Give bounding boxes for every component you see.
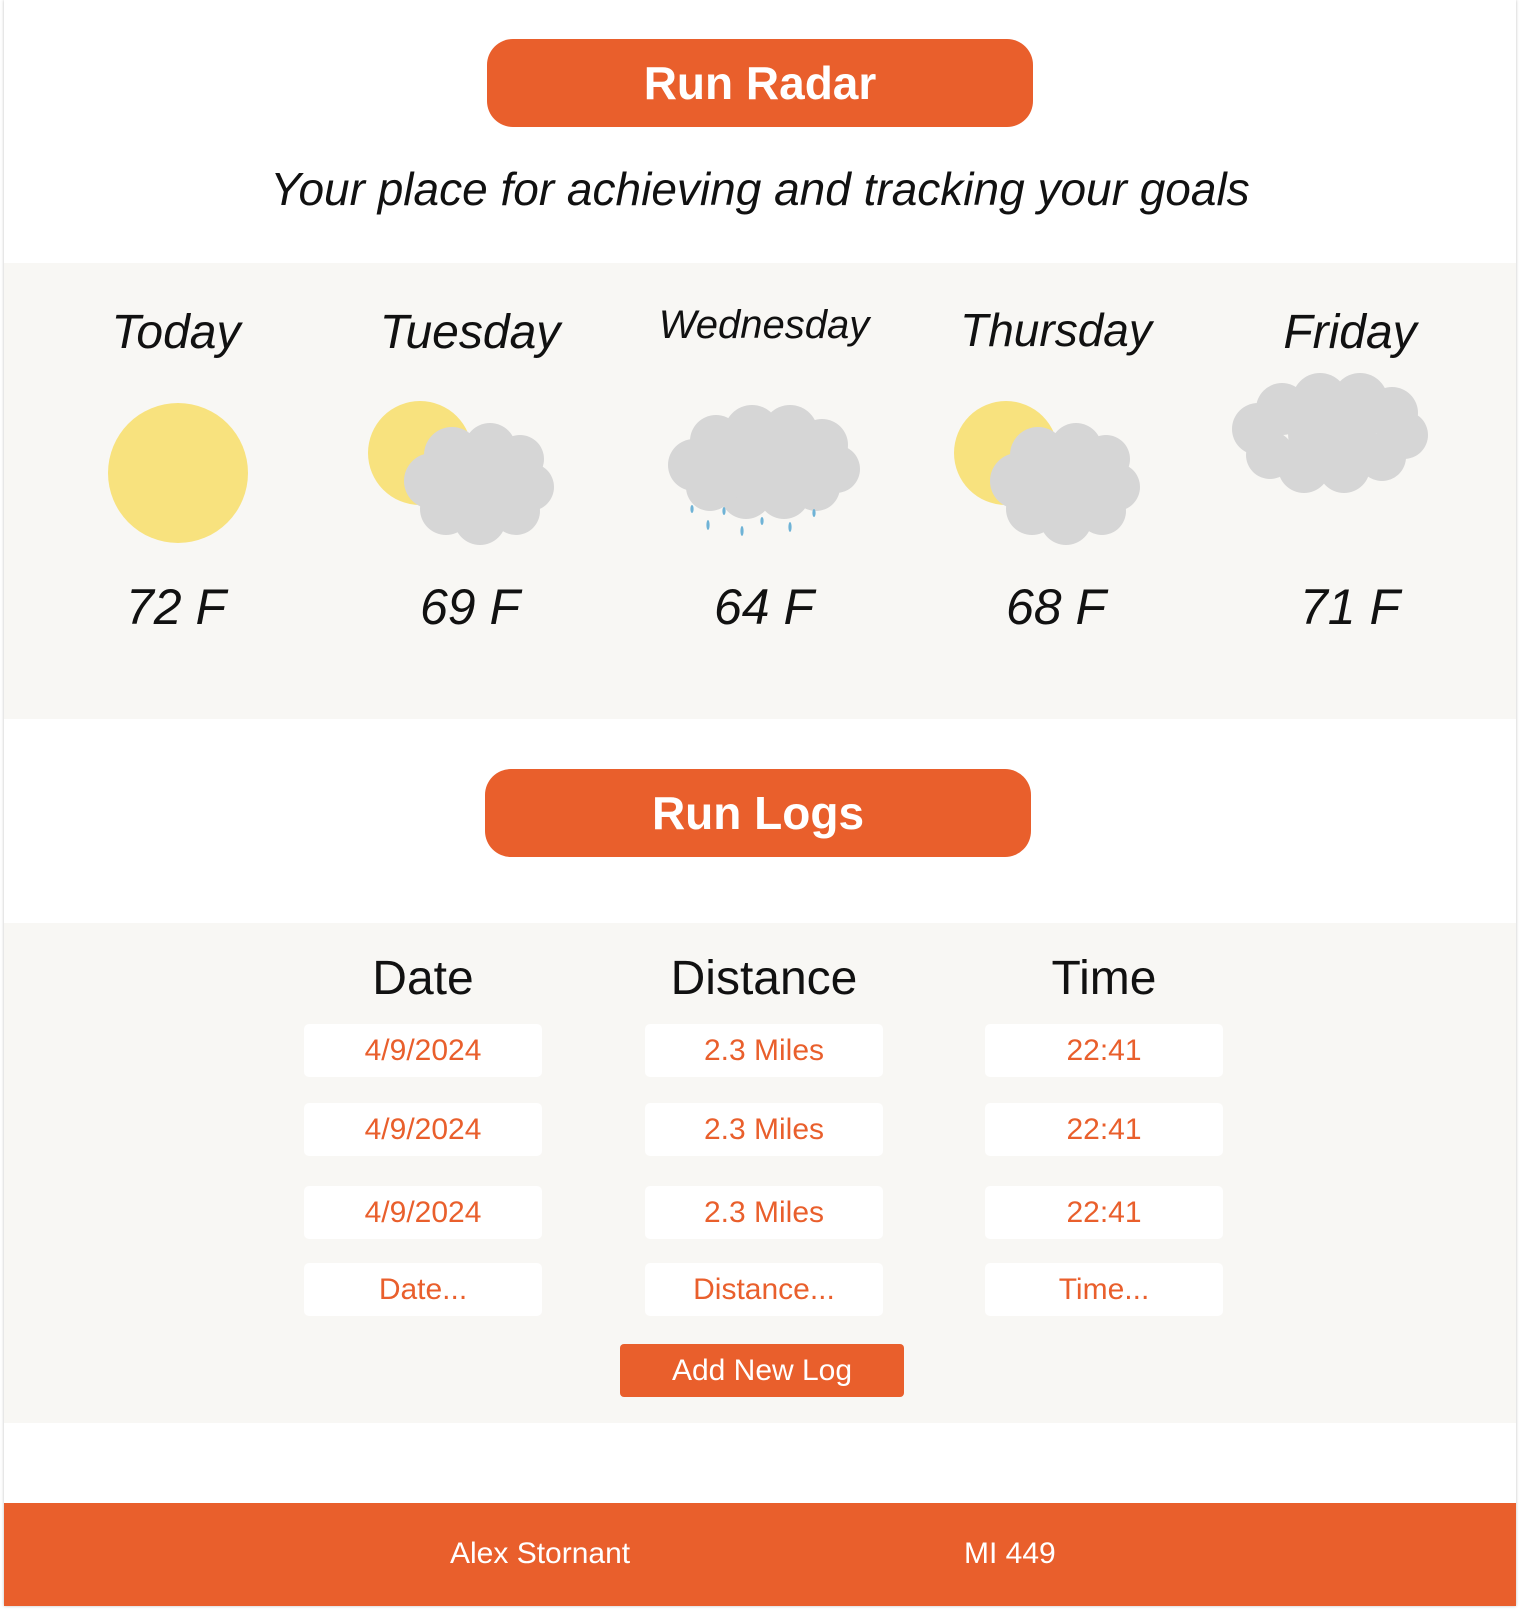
app-title-banner: Run Radar [487,39,1033,127]
day-name: Tuesday [379,306,561,359]
log-time-cell: 22:41 [985,1186,1223,1239]
forecast-day: Today 72 F [46,263,306,719]
day-name: Friday [1283,306,1417,359]
page: Run Radar Your place for achieving and t… [4,0,1516,1606]
sun-icon [108,403,248,543]
footer-author: Alex Stornant [450,1537,631,1570]
forecast-day: Friday 71 F [1220,263,1480,719]
forecast-day: Tuesday 69 F [340,263,600,719]
weather-forecast: Today 72 F Tuesday 69 F Wednesday 64 F T… [4,263,1516,719]
log-time-cell: 22:41 [985,1024,1223,1077]
run-logs-table: Date Distance Time 4/9/2024 2.3 Miles 22… [4,923,1516,1423]
day-temperature: 68 F [1005,579,1107,635]
distance-input[interactable]: Distance... [645,1263,883,1316]
footer-course: MI 449 [964,1537,1056,1570]
log-distance-cell: 2.3 Miles [645,1024,883,1077]
day-name: Thursday [960,304,1152,356]
log-date-cell: 4/9/2024 [304,1024,542,1077]
rain-cloud-icon [668,405,860,536]
forecast-day: Wednesday 64 F [634,263,894,719]
column-header-time: Time [1051,952,1157,1005]
column-header-date: Date [372,952,474,1005]
partly-cloudy-icon [368,401,554,545]
partly-cloudy-icon [954,401,1140,545]
time-input[interactable]: Time... [985,1263,1223,1316]
day-name: Today [111,306,241,359]
day-temperature: 64 F [713,579,815,635]
footer: Alex Stornant MI 449 [4,1503,1516,1606]
log-time-cell: 22:41 [985,1103,1223,1156]
log-distance-cell: 2.3 Miles [645,1186,883,1239]
log-date-cell: 4/9/2024 [304,1103,542,1156]
date-input[interactable]: Date... [304,1263,542,1316]
day-temperature: 69 F [419,579,521,635]
run-logs-banner: Run Logs [485,769,1031,857]
day-temperature: 71 F [1299,579,1401,635]
day-temperature: 72 F [125,579,227,635]
forecast-day: Thursday 68 F [926,263,1186,719]
column-header-distance: Distance [670,952,858,1005]
app-title: Run Radar [643,57,877,109]
log-date-cell: 4/9/2024 [304,1186,542,1239]
log-distance-cell: 2.3 Miles [645,1103,883,1156]
tagline: Your place for achieving and tracking yo… [270,163,1250,215]
day-name: Wednesday [658,303,870,347]
cloud-icon [1232,373,1428,493]
run-logs-title: Run Logs [651,787,865,839]
add-new-log-button[interactable]: Add New Log [620,1344,904,1397]
